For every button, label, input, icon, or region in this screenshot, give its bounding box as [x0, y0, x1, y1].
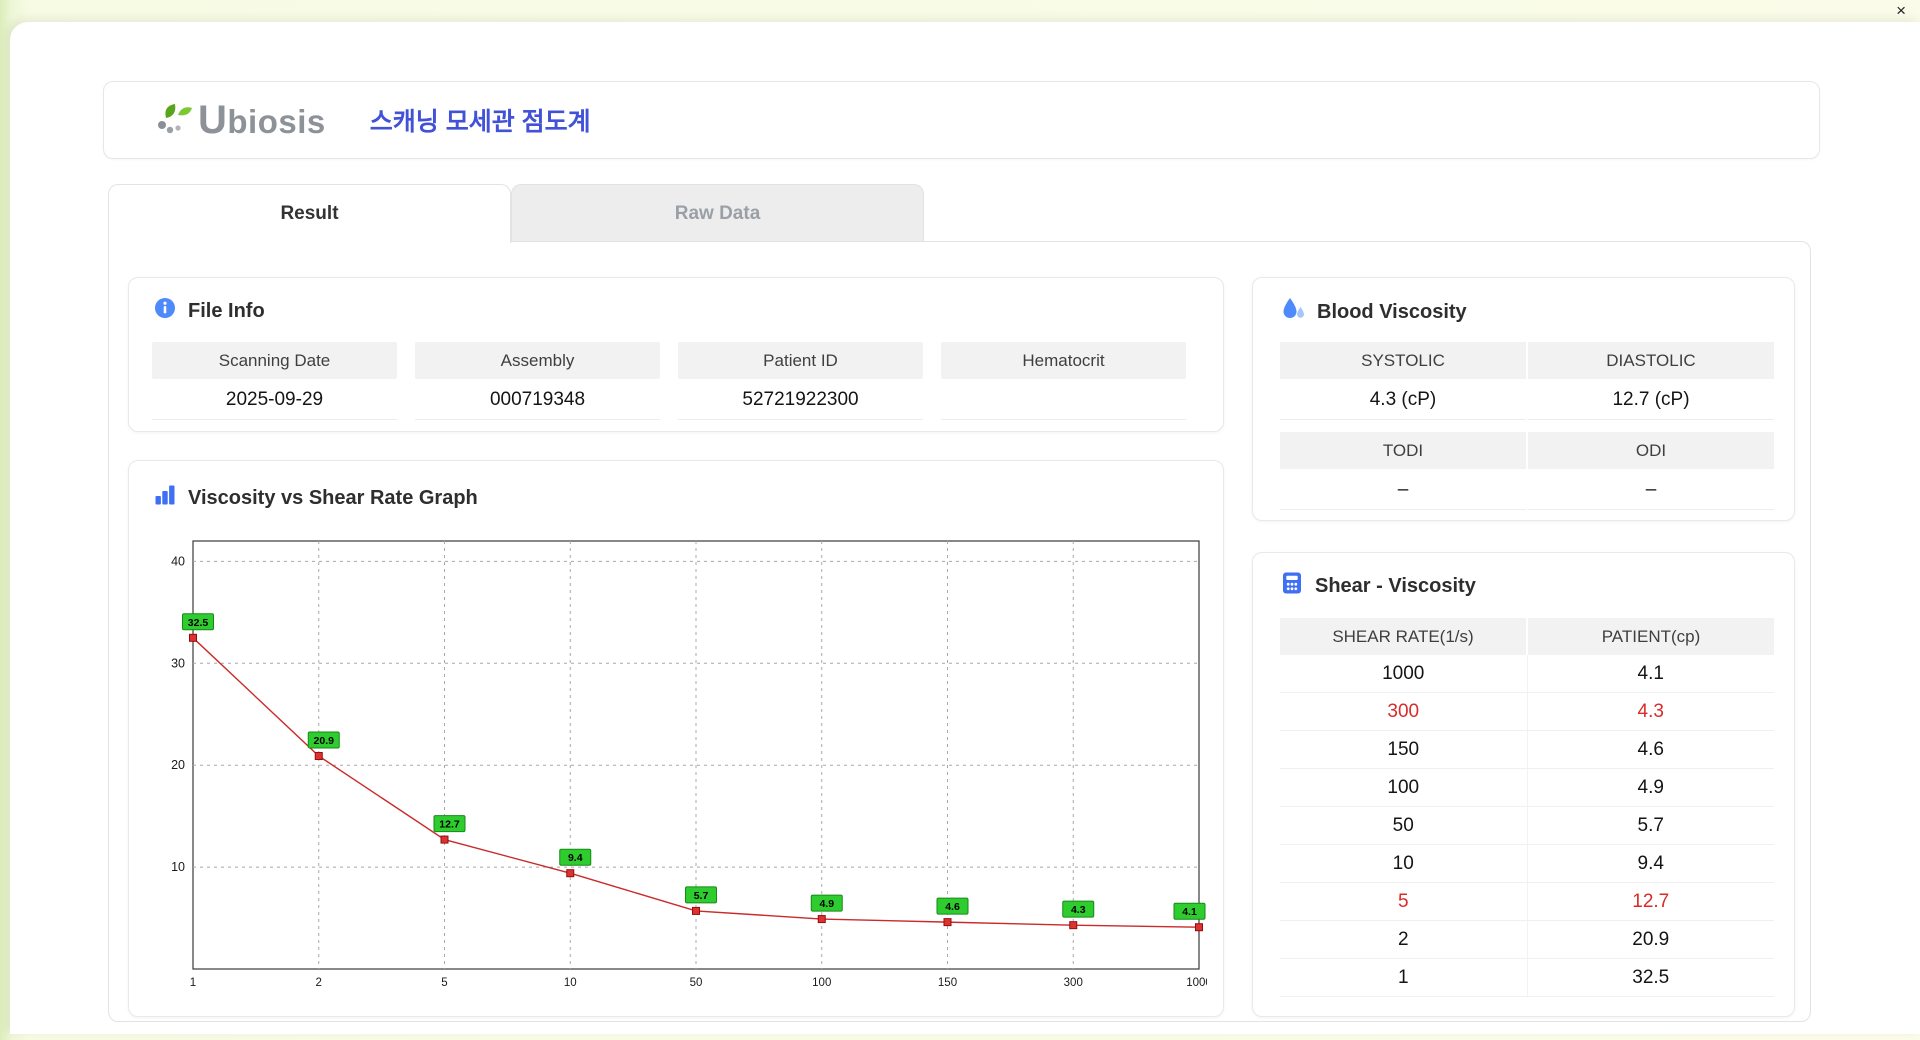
field-label: Assembly	[415, 342, 660, 379]
todi-header: TODI	[1280, 432, 1526, 469]
svg-text:300: 300	[1064, 977, 1083, 989]
todi-value: –	[1280, 469, 1526, 510]
viscosity-shear-chart: 10 20 30 40 1 2 5 10 50 100 150 300 1000 32.5 20.9 12.7…	[171, 540, 1207, 989]
diastolic-value: 12.7 (cP)	[1528, 379, 1774, 420]
svg-text:5.7: 5.7	[694, 890, 709, 902]
bar-chart-icon	[153, 483, 177, 513]
field-assembly: Assembly 000719348	[415, 342, 660, 420]
svg-text:5: 5	[441, 977, 447, 989]
bv-value-row2: – –	[1280, 469, 1774, 510]
svg-text:4.6: 4.6	[945, 901, 960, 913]
svg-text:1: 1	[190, 977, 196, 989]
shear-viscosity-table: SHEAR RATE(1/s) PATIENT(cp) 1000 4.1 300…	[1280, 618, 1774, 997]
field-scanning-date: Scanning Date 2025-09-29	[152, 342, 397, 420]
table-row: 50 5.7	[1280, 807, 1774, 845]
result-panel: File Info Scanning Date 2025-09-29 Assem…	[108, 241, 1811, 1022]
svg-text:2: 2	[316, 977, 322, 989]
shear-rate-header: SHEAR RATE(1/s)	[1280, 618, 1526, 655]
table-row: 150 4.6	[1280, 731, 1774, 769]
viscosity-graph-card: Viscosity vs Shear Rate Graph 10 20 30 40 1 2…	[128, 460, 1224, 1017]
table-row: 100 4.9	[1280, 769, 1774, 807]
field-label: Scanning Date	[152, 342, 397, 379]
shear-viscosity-title: Shear - Viscosity	[1280, 571, 1476, 601]
field-value: 52721922300	[678, 379, 923, 420]
svg-text:4.1: 4.1	[1182, 906, 1197, 918]
svg-text:40: 40	[171, 554, 185, 568]
svg-text:1000: 1000	[1186, 977, 1207, 989]
systolic-value: 4.3 (cP)	[1280, 379, 1526, 420]
field-patient-id: Patient ID 52721922300	[678, 342, 923, 420]
systolic-header: SYSTOLIC	[1280, 342, 1526, 379]
field-value: 2025-09-29	[152, 379, 397, 420]
leaf-logo-icon	[154, 101, 194, 140]
odi-value: –	[1528, 469, 1774, 510]
patient-header: PATIENT(cp)	[1528, 618, 1774, 655]
field-value	[941, 379, 1186, 420]
bv-header-row2: TODI ODI	[1280, 432, 1774, 469]
svg-text:20: 20	[171, 758, 185, 772]
blood-viscosity-card: Blood Viscosity SYSTOLIC DIASTOLIC 4.3 (…	[1252, 277, 1795, 521]
field-label: Patient ID	[678, 342, 923, 379]
svg-text:100: 100	[812, 977, 831, 989]
odi-header: ODI	[1528, 432, 1774, 469]
bv-header-row: SYSTOLIC DIASTOLIC	[1280, 342, 1774, 379]
tab-result[interactable]: Result	[108, 184, 511, 243]
svg-text:9.4: 9.4	[568, 852, 583, 864]
droplet-icon	[1280, 296, 1306, 328]
table-row: 5 12.7	[1280, 883, 1774, 921]
app-window: Ubiosis 스캐닝 모세관 점도계 Result Raw Data File…	[10, 22, 1920, 1034]
table-row: 10 9.4	[1280, 845, 1774, 883]
svg-text:30: 30	[171, 656, 185, 670]
graph-title: Viscosity vs Shear Rate Graph	[153, 483, 478, 513]
logo-text: Ubiosis	[198, 98, 326, 142]
field-value: 000719348	[415, 379, 660, 420]
calculator-icon	[1280, 571, 1304, 601]
file-info-title: File Info	[153, 296, 265, 326]
table-row: 1 32.5	[1280, 959, 1774, 997]
sv-header-row: SHEAR RATE(1/s) PATIENT(cp)	[1280, 618, 1774, 655]
app-header: Ubiosis 스캐닝 모세관 점도계	[103, 81, 1820, 159]
file-info-card: File Info Scanning Date 2025-09-29 Assem…	[128, 277, 1224, 432]
blood-viscosity-title: Blood Viscosity	[1280, 296, 1467, 328]
page-title: 스캐닝 모세관 점도계	[369, 108, 591, 136]
blood-viscosity-table: SYSTOLIC DIASTOLIC 4.3 (cP) 12.7 (cP) TO…	[1280, 342, 1774, 510]
tab-bar: Result Raw Data	[108, 184, 924, 243]
field-hematocrit: Hematocrit	[941, 342, 1186, 420]
svg-text:12.7: 12.7	[439, 819, 460, 831]
info-icon	[153, 296, 177, 326]
close-button[interactable]: ×	[1896, 2, 1906, 20]
diastolic-header: DIASTOLIC	[1528, 342, 1774, 379]
bv-value-row: 4.3 (cP) 12.7 (cP)	[1280, 379, 1774, 420]
table-row: 1000 4.1	[1280, 655, 1774, 693]
tab-raw-data[interactable]: Raw Data	[511, 184, 924, 242]
svg-text:10: 10	[564, 977, 577, 989]
table-row: 2 20.9	[1280, 921, 1774, 959]
svg-text:4.3: 4.3	[1071, 904, 1086, 916]
svg-text:20.9: 20.9	[314, 735, 335, 747]
svg-text:10: 10	[171, 860, 185, 874]
svg-text:50: 50	[690, 977, 703, 989]
file-info-fields: Scanning Date 2025-09-29 Assembly 000719…	[152, 342, 1186, 420]
shear-viscosity-card: Shear - Viscosity SHEAR RATE(1/s) PATIEN…	[1252, 552, 1795, 1017]
svg-text:150: 150	[938, 977, 957, 989]
field-label: Hematocrit	[941, 342, 1186, 379]
table-row: 300 4.3	[1280, 693, 1774, 731]
ubiosis-logo: Ubiosis	[154, 100, 326, 140]
svg-text:4.9: 4.9	[819, 898, 834, 910]
svg-text:32.5: 32.5	[188, 617, 209, 629]
